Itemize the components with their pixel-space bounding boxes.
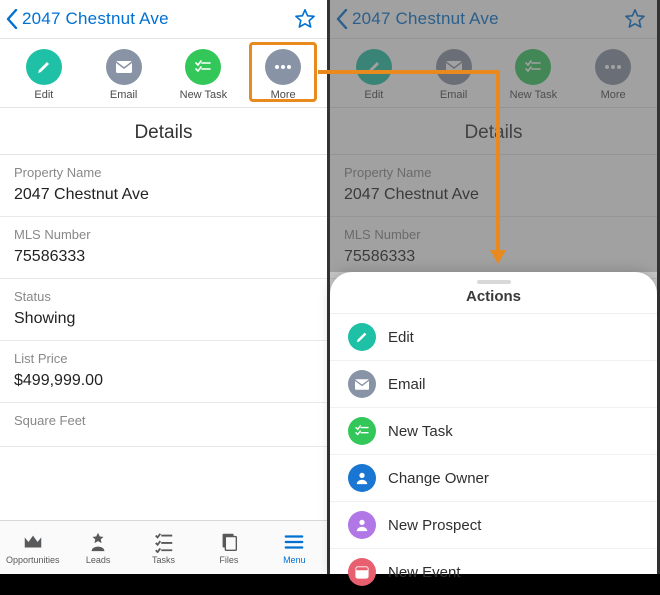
favorite-icon[interactable]: [623, 7, 647, 31]
mail-icon: [348, 370, 376, 398]
prospect-icon: [348, 511, 376, 539]
right-phone-screen: 2047 Chestnut Ave Edit Email New Task Mo…: [330, 0, 660, 574]
field-mls-number[interactable]: MLS Number 75586333: [330, 217, 657, 279]
back-icon[interactable]: [6, 9, 18, 29]
pencil-icon: [348, 323, 376, 351]
menu-icon: [283, 531, 305, 553]
checklist-icon: [185, 49, 221, 85]
checklist-icon: [348, 417, 376, 445]
star-person-icon: [87, 531, 109, 553]
field-property-name[interactable]: Property Name 2047 Chestnut Ave: [0, 155, 327, 217]
page-title: 2047 Chestnut Ave: [352, 9, 623, 29]
mail-icon: [106, 49, 142, 85]
tab-menu[interactable]: Menu: [262, 521, 327, 574]
sheet-item-new-prospect[interactable]: New Prospect: [330, 502, 657, 549]
new-task-action[interactable]: New Task: [497, 49, 569, 101]
field-square-feet[interactable]: Square Feet: [0, 403, 327, 447]
field-list-price[interactable]: List Price $499,999.00: [0, 341, 327, 403]
header: 2047 Chestnut Ave: [330, 0, 657, 39]
more-icon: [595, 49, 631, 85]
field-mls-number[interactable]: MLS Number 75586333: [0, 217, 327, 279]
tab-bar: Opportunities Leads Tasks Files Menu: [0, 520, 327, 574]
details-heading: Details: [0, 108, 327, 155]
email-action[interactable]: Email: [418, 49, 490, 101]
left-phone-screen: 2047 Chestnut Ave Edit Email New Task Mo…: [0, 0, 330, 574]
field-status[interactable]: Status Showing: [0, 279, 327, 341]
back-icon[interactable]: [336, 9, 348, 29]
edit-action[interactable]: Edit: [338, 49, 410, 101]
field-property-name[interactable]: Property Name 2047 Chestnut Ave: [330, 155, 657, 217]
sheet-item-email[interactable]: Email: [330, 361, 657, 408]
tab-opportunities[interactable]: Opportunities: [0, 521, 65, 574]
person-icon: [348, 464, 376, 492]
tab-files[interactable]: Files: [196, 521, 261, 574]
files-icon: [218, 531, 240, 553]
action-bar: Edit Email New Task More: [0, 39, 327, 108]
more-action[interactable]: More: [247, 49, 319, 101]
actions-sheet: Actions Edit Email New Task Change Owner…: [330, 272, 657, 574]
action-bar: Edit Email New Task More: [330, 39, 657, 108]
header: 2047 Chestnut Ave: [0, 0, 327, 39]
tab-leads[interactable]: Leads: [65, 521, 130, 574]
tasks-icon: [153, 531, 175, 553]
mail-icon: [436, 49, 472, 85]
sheet-handle[interactable]: [477, 280, 511, 284]
new-task-action[interactable]: New Task: [167, 49, 239, 101]
more-icon: [265, 49, 301, 85]
page-title: 2047 Chestnut Ave: [22, 9, 293, 29]
details-body: Property Name 2047 Chestnut Ave MLS Numb…: [0, 155, 327, 520]
checklist-icon: [515, 49, 551, 85]
sheet-title: Actions: [330, 288, 657, 314]
pencil-icon: [26, 49, 62, 85]
favorite-icon[interactable]: [293, 7, 317, 31]
sheet-item-edit[interactable]: Edit: [330, 314, 657, 361]
edit-action[interactable]: Edit: [8, 49, 80, 101]
email-action[interactable]: Email: [88, 49, 160, 101]
more-action[interactable]: More: [577, 49, 649, 101]
sheet-item-new-event[interactable]: New Event: [330, 549, 657, 595]
tab-tasks[interactable]: Tasks: [131, 521, 196, 574]
crown-icon: [22, 531, 44, 553]
calendar-icon: [348, 558, 376, 586]
details-heading: Details: [330, 108, 657, 155]
pencil-icon: [356, 49, 392, 85]
sheet-item-new-task[interactable]: New Task: [330, 408, 657, 455]
sheet-item-change-owner[interactable]: Change Owner: [330, 455, 657, 502]
